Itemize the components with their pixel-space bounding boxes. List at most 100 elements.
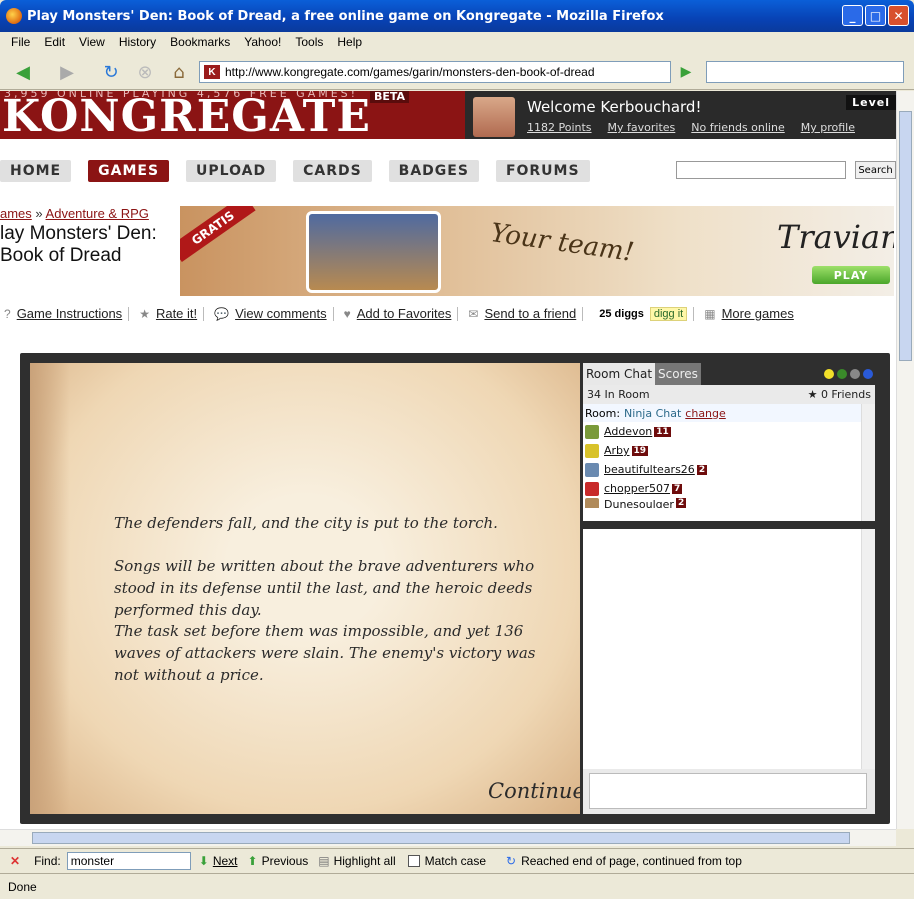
list-item[interactable]: Addevon 11	[583, 422, 875, 441]
nav-home[interactable]: HOME	[0, 160, 72, 182]
page-vertical-scrollbar[interactable]	[896, 91, 914, 829]
go-icon[interactable]: ▶	[675, 60, 697, 84]
avatar[interactable]	[473, 97, 515, 137]
menu-tools[interactable]: Tools	[288, 35, 330, 49]
list-item[interactable]: chopper507 7	[583, 479, 875, 498]
user-avatar	[585, 424, 599, 439]
settings-icon[interactable]	[850, 369, 860, 379]
tab-scores[interactable]: Scores	[655, 363, 701, 385]
users-scrollbar[interactable]	[861, 404, 875, 521]
user-level: 2	[696, 464, 708, 475]
find-input-value: monster	[70, 853, 115, 868]
reload-icon[interactable]: ↻	[98, 60, 124, 84]
digg-button[interactable]: digg it	[649, 306, 688, 321]
list-item[interactable]: beautifultears26 2	[583, 460, 875, 479]
breadcrumb-category[interactable]: Adventure & RPG	[46, 206, 149, 221]
continue-button[interactable]: Continue	[488, 779, 580, 803]
favorites-link[interactable]: My favorites	[608, 121, 676, 134]
user-name[interactable]: chopper507	[604, 482, 670, 495]
nav-cards[interactable]: CARDS	[293, 160, 372, 182]
status-icon[interactable]	[824, 369, 834, 379]
menu-view[interactable]: View	[72, 35, 112, 49]
points-link[interactable]: 1182 Points	[527, 121, 592, 134]
story-line-3: The task set before them was impossible,…	[114, 622, 536, 684]
forward-icon[interactable]: ▶	[52, 60, 82, 84]
site-search-button[interactable]: Search	[855, 161, 896, 179]
user-name[interactable]: beautifultears26	[604, 463, 695, 476]
find-previous-button[interactable]: Previous	[262, 854, 309, 868]
match-case-checkbox[interactable]	[407, 854, 420, 867]
list-item[interactable]: Arby 19	[583, 441, 875, 460]
favorites-action-link[interactable]: Add to Favorites	[357, 306, 452, 321]
chat-input[interactable]	[589, 773, 867, 809]
highlight-all-button[interactable]: Highlight all	[334, 854, 396, 868]
window-titlebar: Play Monsters' Den: Book of Dread, a fre…	[0, 0, 914, 32]
chat-panel: Room Chat Scores 34 In Room ★ 0 Friends …	[583, 363, 875, 814]
menu-edit[interactable]: Edit	[37, 35, 72, 49]
find-input[interactable]: monster	[66, 851, 191, 870]
web-search-input[interactable]	[706, 61, 904, 83]
close-button[interactable]: ✕	[888, 5, 909, 26]
ad-play-button[interactable]: PLAY	[812, 266, 890, 284]
profile-link[interactable]: My profile	[801, 121, 855, 134]
friends-link[interactable]: No friends online	[691, 121, 784, 134]
chat-scrollbar[interactable]	[861, 529, 875, 769]
user-name[interactable]: Addevon	[604, 425, 652, 438]
grid-icon: ▦	[704, 306, 716, 321]
room-name: Ninja Chat	[624, 406, 682, 420]
find-next-button[interactable]: Next	[213, 854, 238, 868]
nav-upload[interactable]: UPLOAD	[186, 160, 277, 182]
maximize-button[interactable]: □	[865, 5, 886, 26]
list-item[interactable]: Dunesoulger 2	[583, 498, 875, 508]
breadcrumb-games[interactable]: ames	[0, 206, 32, 221]
page-horizontal-scrollbar[interactable]	[0, 829, 896, 846]
close-find-icon[interactable]: ✕	[10, 854, 20, 868]
send-friend-link[interactable]: Send to a friend	[484, 306, 576, 321]
menu-bookmarks[interactable]: Bookmarks	[163, 35, 237, 49]
comments-link[interactable]: View comments	[235, 306, 327, 321]
game-instructions-link[interactable]: Game Instructions	[17, 306, 123, 321]
ad-gratis: GRATIS	[180, 206, 256, 263]
url-input[interactable]: K http://www.kongregate.com/games/garin/…	[199, 61, 671, 83]
user-avatar	[585, 443, 599, 458]
more-games-link[interactable]: More games	[722, 306, 794, 321]
home-icon[interactable]: ⌂	[166, 60, 192, 84]
heart-icon: ♥	[343, 306, 351, 321]
status-bar: Done	[0, 873, 914, 899]
breadcrumb-separator: »	[31, 206, 46, 221]
change-room-link[interactable]: change	[685, 407, 725, 420]
stop-icon[interactable]: ⊗	[132, 60, 158, 84]
menu-bar: File Edit View History Bookmarks Yahoo! …	[0, 32, 914, 52]
match-case-label: Match case	[424, 853, 486, 868]
chat-log	[583, 529, 875, 769]
back-icon[interactable]: ◀	[8, 60, 38, 84]
menu-yahoo[interactable]: Yahoo!	[237, 35, 288, 49]
menu-file[interactable]: File	[4, 35, 37, 49]
nav-forums[interactable]: FORUMS	[495, 160, 590, 182]
comment-icon: 💬	[214, 306, 230, 321]
menu-history[interactable]: History	[112, 35, 163, 49]
tab-room-chat[interactable]: Room Chat	[583, 363, 656, 385]
menu-help[interactable]: Help	[330, 35, 369, 49]
breadcrumb: ames » Adventure & RPG	[0, 206, 149, 221]
user-name[interactable]: Arby	[604, 444, 630, 457]
sound-icon[interactable]	[837, 369, 847, 379]
scroll-thumb[interactable]	[899, 111, 912, 361]
site-search-input[interactable]	[676, 161, 846, 179]
minimize-button[interactable]: _	[842, 5, 863, 26]
rate-link[interactable]: Rate it!	[156, 306, 197, 321]
welcome-text: Welcome Kerbouchard!	[527, 98, 702, 116]
help-circle-icon[interactable]	[863, 369, 873, 379]
user-avatar	[585, 481, 599, 496]
kongregate-logo[interactable]: 3,959 ONLINE PLAYING 4,576 FREE GAMES! B…	[0, 91, 465, 139]
hscroll-thumb[interactable]	[32, 832, 850, 844]
game-canvas[interactable]: The defenders fall, and the city is put …	[30, 363, 580, 814]
firefox-icon	[6, 8, 22, 24]
user-name[interactable]: Dunesoulger	[604, 498, 674, 508]
advertisement-banner[interactable]: GRATIS Your team! Travian PLAY	[180, 206, 894, 296]
site-header: 3,959 ONLINE PLAYING 4,576 FREE GAMES! B…	[0, 91, 896, 143]
status-text: Done	[8, 879, 37, 894]
nav-games[interactable]: GAMES	[88, 160, 170, 182]
find-label: Find:	[34, 853, 61, 868]
nav-badges[interactable]: BADGES	[388, 160, 479, 182]
